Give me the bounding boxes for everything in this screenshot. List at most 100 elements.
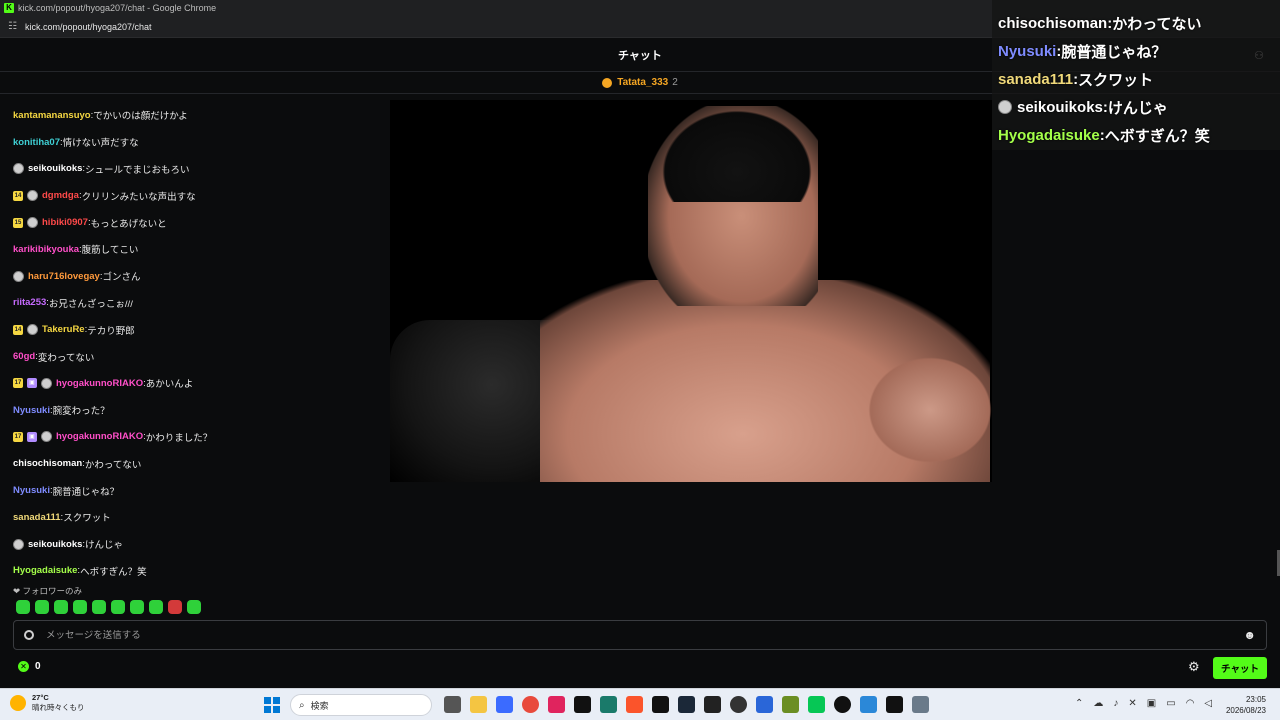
chat-username[interactable]: Hyogadaisuke	[13, 565, 77, 576]
unreal-icon[interactable]	[834, 696, 851, 713]
overlay-text: かわってない	[1112, 15, 1202, 33]
emote-icon[interactable]	[130, 600, 144, 614]
chat-text: 腹筋してこい	[81, 245, 139, 257]
chat-text: 変わってない	[37, 352, 95, 364]
brave-icon[interactable]	[626, 696, 643, 713]
emote-icon[interactable]	[16, 600, 30, 614]
avatar-icon	[27, 190, 38, 202]
taskbar-clock[interactable]: 23:05 2026/08/23	[1226, 694, 1266, 716]
emote-icon[interactable]	[168, 600, 182, 614]
display-icon[interactable]: ▭	[1166, 698, 1175, 709]
task-view-icon[interactable]	[444, 696, 461, 713]
app-icon[interactable]	[756, 696, 773, 713]
obs-icon[interactable]	[730, 696, 747, 713]
avatar-icon	[27, 324, 38, 336]
send-chat-button[interactable]: チャット	[1213, 657, 1267, 679]
chat-username[interactable]: riita253	[13, 297, 46, 308]
chat-text: かわりました？	[145, 432, 213, 444]
tiktok-icon[interactable]	[574, 696, 591, 713]
avatar-icon	[998, 100, 1012, 114]
close-icon[interactable]: ✕	[1128, 698, 1136, 709]
app-icon[interactable]	[496, 696, 513, 713]
chat-username[interactable]: chisochisoman	[13, 458, 82, 469]
chat-input-box[interactable]: ☻	[13, 620, 1267, 650]
points-icon: ✕	[18, 661, 29, 672]
avatar-icon	[41, 431, 52, 443]
overlay-username: sanada111	[998, 70, 1074, 88]
app-icon[interactable]	[704, 696, 721, 713]
steam-icon[interactable]	[678, 696, 695, 713]
volume-icon[interactable]: ◁	[1204, 698, 1212, 709]
overlay-chat-box: chisochisoman : かわってない Nyusuki : 腕普通じゃね？ s…	[992, 0, 1280, 150]
chair-shape	[390, 320, 560, 482]
overlay-username: seikouikoks	[1017, 98, 1103, 116]
chat-username[interactable]: sanada111	[13, 512, 61, 523]
pinned-user: Tatata_333	[617, 77, 669, 88]
chat-text: 情けない声だすな	[62, 138, 139, 150]
taskbar-search-label: 検索	[310, 700, 329, 711]
site-info-icon[interactable]: ☷	[8, 21, 17, 32]
emoji-picker-icon[interactable]: ☻	[1243, 628, 1256, 642]
subscriber-badge-icon: 17	[13, 431, 23, 442]
kick-logo-icon: K	[4, 3, 14, 13]
chat-username[interactable]: seikouikoks	[28, 163, 82, 174]
avatar-icon	[41, 377, 52, 389]
chat-username[interactable]: haru716lovegay	[28, 271, 100, 282]
chat-username[interactable]: kantamanansuyo	[13, 110, 91, 121]
cloud-icon[interactable]: ☁	[1093, 698, 1103, 709]
app-icon[interactable]	[600, 696, 617, 713]
clock-date: 2026/08/23	[1225, 706, 1266, 715]
follower-only-note: ❤ フォロワーのみ	[13, 585, 82, 597]
app-tray-icon[interactable]: ▣	[1147, 698, 1156, 709]
emote-icon[interactable]	[149, 600, 163, 614]
coin-icon	[602, 77, 613, 88]
chat-username[interactable]: TakeruRe	[42, 324, 85, 335]
clock-time: 23:05	[1245, 695, 1266, 704]
subscriber-badge-icon: 14	[13, 190, 23, 201]
channel-points[interactable]: ✕ 0	[18, 661, 41, 672]
chat-message: seikouikoks: けんじゃ	[13, 531, 613, 558]
settings-icon[interactable]	[912, 696, 929, 713]
app-icon[interactable]	[860, 696, 877, 713]
emote-icon[interactable]	[187, 600, 201, 614]
weather-widget[interactable]: 27°C 晴れ時々くもり	[10, 693, 85, 713]
wifi-icon[interactable]: ◠	[1186, 698, 1195, 709]
chat-username[interactable]: karikibikyouka	[13, 244, 79, 255]
chat-message-input[interactable]	[46, 629, 1226, 641]
emote-bar	[16, 600, 201, 614]
emote-icon[interactable]	[92, 600, 106, 614]
search-icon: ⌕	[299, 699, 305, 711]
line-icon[interactable]	[808, 696, 825, 713]
chat-username[interactable]: 60gd	[13, 351, 35, 362]
app-icon[interactable]	[886, 696, 903, 713]
chat-username[interactable]: Nyusuki	[13, 405, 50, 416]
emote-icon[interactable]	[35, 600, 49, 614]
file-explorer-icon[interactable]	[470, 696, 487, 713]
chat-title: チャット	[618, 50, 662, 62]
chat-message: Hyogadaisuke: へボすぎん？笑	[13, 558, 613, 585]
chevron-up-icon[interactable]: ⌃	[1075, 698, 1083, 709]
avatar-icon	[13, 163, 24, 175]
mic-icon[interactable]: ♪	[1113, 698, 1118, 709]
chat-username[interactable]: hyogakunnoRIAKO	[56, 431, 143, 442]
chrome-icon[interactable]	[522, 696, 539, 713]
emote-icon[interactable]	[111, 600, 125, 614]
chat-username[interactable]: hyogakunnoRIAKO	[56, 378, 143, 389]
chat-text: けんじゃ	[85, 540, 124, 552]
chat-username[interactable]: dgmdga	[42, 190, 79, 201]
emote-icon[interactable]	[54, 600, 68, 614]
chat-username[interactable]: Nyusuki	[13, 485, 50, 496]
app-icon[interactable]	[652, 696, 669, 713]
chat-username[interactable]: konitiha07	[13, 137, 60, 148]
chat-username[interactable]: seikouikoks	[28, 539, 82, 550]
taskbar-search[interactable]: ⌕ 検索	[290, 694, 432, 716]
gear-icon[interactable]: ⚙	[1188, 659, 1200, 675]
overlay-chat-message: chisochisoman : かわってない	[998, 10, 1201, 36]
url-text[interactable]: kick.com/popout/hyoga207/chat	[25, 22, 152, 32]
emote-icon[interactable]	[73, 600, 87, 614]
app-icon[interactable]	[548, 696, 565, 713]
windows-start-icon[interactable]	[264, 697, 280, 713]
chat-username[interactable]: hibiki0907	[42, 217, 88, 228]
shield-icon	[24, 630, 34, 640]
minecraft-icon[interactable]	[782, 696, 799, 713]
